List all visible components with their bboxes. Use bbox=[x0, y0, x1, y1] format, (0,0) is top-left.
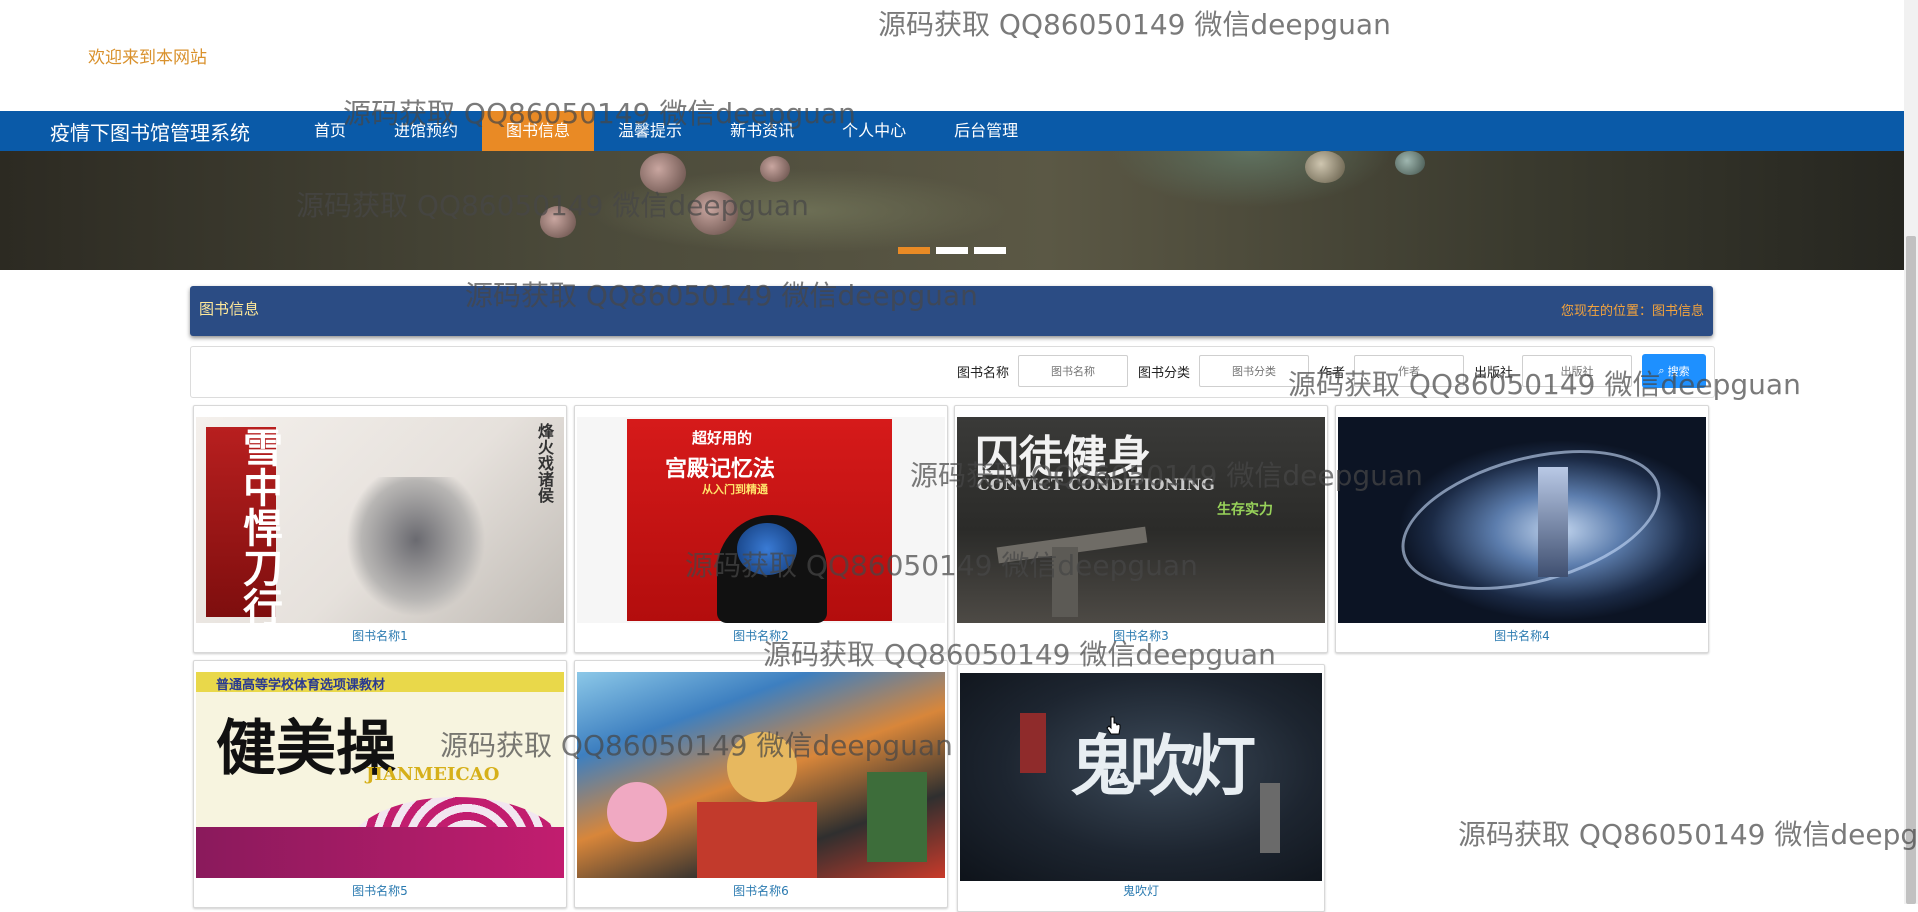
book-card[interactable]: 雪中悍刀行 烽火戏诸侯 图书名称1 bbox=[193, 405, 567, 653]
publisher-label: 出版社 bbox=[1473, 365, 1513, 381]
carousel-dot[interactable] bbox=[898, 247, 930, 254]
search-icon: ⌕ bbox=[1658, 364, 1665, 377]
cover-title: 雪中悍刀行 bbox=[236, 427, 283, 623]
search-button[interactable]: ⌕ 搜索 bbox=[1642, 354, 1706, 388]
book-category-label: 图书分类 bbox=[1137, 365, 1190, 381]
book-cover[interactable] bbox=[577, 672, 945, 878]
section-title: 图书信息 bbox=[199, 300, 260, 318]
book-cover[interactable] bbox=[1338, 417, 1706, 623]
cursor-icon bbox=[1106, 716, 1121, 735]
cover-english-title: CONVICT CONDITIONING bbox=[977, 475, 1215, 494]
carousel-dot[interactable] bbox=[974, 247, 1006, 254]
nav-item-new-books[interactable]: 新书资讯 bbox=[706, 111, 818, 151]
nav-item-home[interactable]: 首页 bbox=[290, 111, 370, 151]
book-card[interactable]: 普通高等学校体育选项课教材 健美操 JIANMEICAO 图书名称5 bbox=[193, 660, 567, 908]
banner-decoration bbox=[640, 153, 686, 193]
book-card[interactable]: 图书名称6 bbox=[574, 660, 948, 908]
book-title[interactable]: 图书名称2 bbox=[575, 627, 947, 644]
welcome-text: 欢迎来到本网站 bbox=[88, 48, 207, 68]
book-card[interactable]: 囚徒健身 CONVICT CONDITIONING 生存实力 图书名称3 bbox=[954, 405, 1328, 653]
search-bar: 图书名称 图书分类 作者 出版社 ⌕ 搜索 bbox=[190, 346, 1715, 398]
cover-title: 鬼吹灯 bbox=[1070, 727, 1256, 805]
cover-subtitle: 超好用的 bbox=[692, 429, 753, 447]
book-title[interactable]: 图书名称1 bbox=[194, 627, 566, 644]
book-title[interactable]: 图书名称4 bbox=[1336, 627, 1708, 644]
cover-pinyin: JIANMEICAO bbox=[366, 764, 500, 785]
nav-item-admin[interactable]: 后台管理 bbox=[930, 111, 1042, 151]
publisher-input[interactable] bbox=[1522, 355, 1632, 387]
main-navbar: 疫情下图书馆管理系统 首页 进馆预约 图书信息 温馨提示 新书资讯 个人中心 后… bbox=[0, 111, 1904, 151]
book-card[interactable]: 图书名称4 bbox=[1335, 405, 1709, 653]
book-category-input[interactable] bbox=[1198, 355, 1309, 387]
nav-item-user-center[interactable]: 个人中心 bbox=[818, 111, 930, 151]
nav-item-book-info[interactable]: 图书信息 bbox=[482, 111, 595, 151]
watermark: 源码获取 QQ86050149 微信deepguan bbox=[878, 8, 1391, 41]
banner-carousel bbox=[0, 151, 1904, 270]
author-input[interactable] bbox=[1353, 355, 1464, 387]
book-cover[interactable]: 鬼吹灯 bbox=[960, 673, 1322, 881]
cover-subtitle: 普通高等学校体育选项课教材 bbox=[216, 678, 386, 693]
nav-item-reservation[interactable]: 进馆预约 bbox=[370, 111, 482, 151]
book-cover[interactable]: 超好用的 宫殿记忆法 从入门到精通 bbox=[577, 417, 945, 623]
book-title[interactable]: 图书名称6 bbox=[575, 882, 947, 899]
carousel-dot[interactable] bbox=[936, 247, 968, 254]
cover-tagline: 从入门到精通 bbox=[702, 483, 768, 496]
cover-title: 宫殿记忆法 bbox=[665, 456, 776, 482]
cover-author: 烽火戏诸侯 bbox=[535, 423, 554, 503]
scrollbar-thumb[interactable] bbox=[1906, 236, 1916, 904]
search-button-label: 搜索 bbox=[1667, 365, 1690, 378]
banner-decoration bbox=[1305, 151, 1345, 183]
breadcrumb: 您现在的位置：图书信息 bbox=[1560, 304, 1704, 319]
book-cover[interactable]: 囚徒健身 CONVICT CONDITIONING 生存实力 bbox=[957, 417, 1325, 623]
banner-decoration bbox=[690, 191, 738, 235]
book-name-label: 图书名称 bbox=[956, 365, 1009, 381]
book-name-input[interactable] bbox=[1017, 355, 1128, 387]
watermark: 源码获取 QQ86050149 微信deepguan bbox=[1458, 818, 1918, 851]
book-title[interactable]: 图书名称3 bbox=[955, 627, 1327, 644]
nav-item-tips[interactable]: 温馨提示 bbox=[594, 111, 706, 151]
banner-decoration bbox=[1395, 151, 1425, 175]
nav-menu: 首页 进馆预约 图书信息 温馨提示 新书资讯 个人中心 后台管理 bbox=[290, 111, 1042, 151]
book-cover[interactable]: 普通高等学校体育选项课教材 健美操 JIANMEICAO bbox=[196, 672, 564, 878]
carousel-indicators bbox=[898, 247, 1006, 254]
banner-decoration bbox=[760, 156, 790, 182]
book-cover[interactable]: 雪中悍刀行 烽火戏诸侯 bbox=[196, 417, 564, 623]
site-title[interactable]: 疫情下图书馆管理系统 bbox=[50, 117, 250, 146]
cover-tagline: 生存实力 bbox=[1217, 502, 1273, 518]
book-title[interactable]: 鬼吹灯 bbox=[958, 882, 1324, 899]
book-card[interactable]: 鬼吹灯 鬼吹灯 bbox=[957, 664, 1325, 912]
book-title[interactable]: 图书名称5 bbox=[194, 882, 566, 899]
book-card[interactable]: 超好用的 宫殿记忆法 从入门到精通 图书名称2 bbox=[574, 405, 948, 653]
banner-decoration bbox=[540, 206, 576, 238]
author-label: 作者 bbox=[1318, 365, 1345, 381]
section-header: 图书信息 您现在的位置：图书信息 bbox=[190, 286, 1713, 336]
